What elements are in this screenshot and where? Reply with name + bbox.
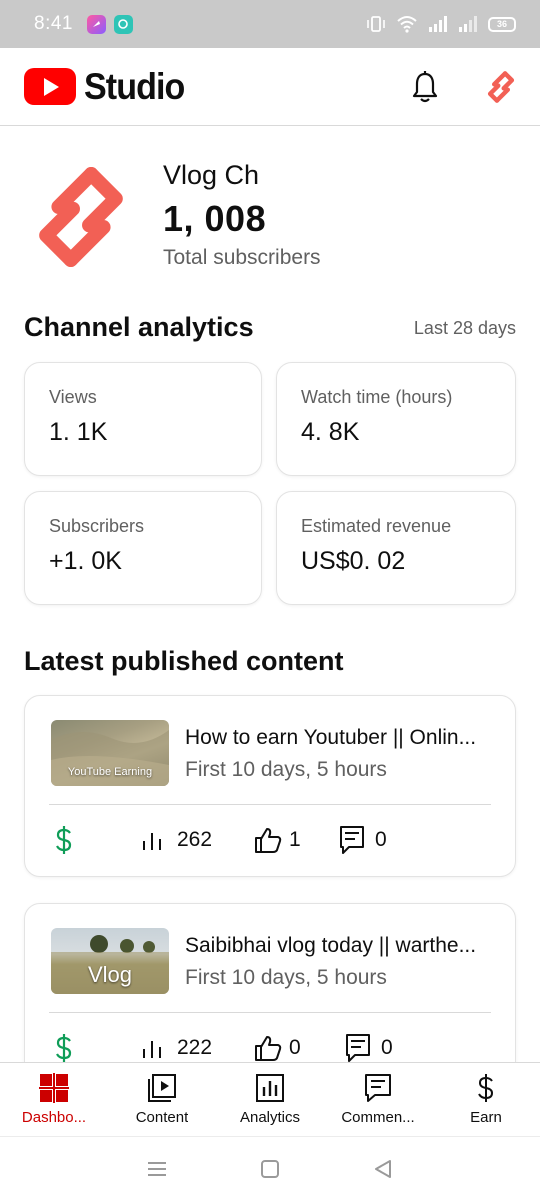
stat-comments[interactable]: 0 <box>345 1033 393 1063</box>
metric-card-subscribers[interactable]: Subscribers +1. 0K <box>24 491 262 605</box>
wifi-icon <box>397 16 417 33</box>
app-title: Studio <box>84 65 185 107</box>
thumbnail-caption: Vlog <box>87 962 133 987</box>
stat-likes[interactable]: 0 <box>253 1034 345 1062</box>
metric-value: +1. 0K <box>49 547 122 575</box>
video-card[interactable]: YouTube Earning How to earn Youtuber || … <box>24 695 516 877</box>
earn-icon <box>478 1074 494 1102</box>
nav-content[interactable]: Content <box>108 1063 216 1136</box>
metric-value: 1. 1K <box>49 418 108 446</box>
youtube-logo-icon <box>24 68 76 105</box>
dollar-icon <box>56 1034 72 1062</box>
dashboard-icon <box>39 1073 69 1103</box>
subscriber-label: Total subscribers <box>163 246 321 269</box>
channel-summary: Vlog Ch 1, 008 Total subscribers <box>0 160 540 280</box>
stat-comments[interactable]: 0 <box>339 825 387 855</box>
bottom-navigation: Dashbo... Content Analytics Commen... Ea… <box>0 1062 540 1136</box>
back-icon[interactable] <box>372 1158 394 1180</box>
comments-icon <box>365 1074 391 1102</box>
video-stats: 262 1 0 <box>55 824 387 856</box>
latest-content-title: Latest published content <box>24 646 344 676</box>
system-navigation-bar <box>0 1136 540 1200</box>
status-time: 8:41 <box>34 13 73 34</box>
battery-icon: 36 <box>488 16 516 32</box>
thumbs-up-icon <box>255 828 282 853</box>
nav-earn[interactable]: Earn <box>432 1063 540 1136</box>
metric-card-views[interactable]: Views 1. 1K <box>24 362 262 476</box>
comments-count: 0 <box>375 828 387 851</box>
video-thumbnail[interactable]: YouTube Earning <box>51 720 169 786</box>
notification-chat-icon <box>113 14 133 34</box>
metric-label: Estimated revenue <box>301 516 452 536</box>
channel-name: Vlog Ch <box>163 160 260 190</box>
nav-label: Commen... <box>341 1109 415 1126</box>
home-icon[interactable] <box>260 1159 280 1179</box>
dollar-icon <box>56 826 72 854</box>
metric-value: US$0. 02 <box>301 547 406 575</box>
stat-revenue[interactable] <box>55 1032 141 1064</box>
status-bar: 8:41 36 <box>0 0 540 48</box>
video-subtitle: First 10 days, 5 hours <box>185 966 387 989</box>
vibrate-icon <box>367 16 385 32</box>
notification-app-icon <box>86 14 106 34</box>
nav-dashboard[interactable]: Dashbo... <box>0 1063 108 1136</box>
analytics-title: Channel analytics <box>24 312 254 342</box>
account-avatar[interactable] <box>484 70 518 104</box>
channel-avatar[interactable] <box>30 166 132 268</box>
app-header: Studio <box>0 48 540 126</box>
metric-label: Views <box>49 387 97 407</box>
nav-analytics[interactable]: Analytics <box>216 1063 324 1136</box>
divider <box>49 1012 491 1013</box>
menu-icon[interactable] <box>146 1160 168 1178</box>
content-icon <box>148 1074 176 1102</box>
bar-chart-icon <box>143 833 161 850</box>
thumbs-up-icon <box>255 1036 282 1061</box>
subscriber-count: 1, 008 <box>163 198 267 239</box>
stat-views[interactable]: 262 <box>141 828 253 852</box>
notifications-bell-icon[interactable] <box>410 70 440 104</box>
video-thumbnail[interactable]: Vlog <box>51 928 169 994</box>
video-title[interactable]: How to earn Youtuber || Onlin... <box>185 726 495 750</box>
video-title[interactable]: Saibibhai vlog today || warthe... <box>185 934 495 958</box>
views-count: 262 <box>177 828 213 851</box>
metric-label: Watch time (hours) <box>301 387 453 407</box>
nav-label: Earn <box>470 1109 502 1126</box>
signal-icon <box>429 16 447 32</box>
nav-label: Analytics <box>239 1109 301 1126</box>
views-count: 222 <box>177 1036 213 1059</box>
thumbnail-caption: YouTube Earning <box>67 766 153 778</box>
video-stats: 222 0 0 <box>55 1032 393 1064</box>
stat-views[interactable]: 222 <box>141 1036 253 1060</box>
likes-count: 0 <box>289 1036 301 1059</box>
nav-label: Dashbo... <box>21 1109 87 1126</box>
bar-chart-icon <box>143 1041 161 1058</box>
analytics-icon <box>256 1074 284 1102</box>
likes-count: 1 <box>289 828 301 851</box>
comment-icon <box>346 1034 370 1062</box>
metric-label: Subscribers <box>49 516 145 536</box>
nav-label: Content <box>135 1109 189 1126</box>
nav-comments[interactable]: Commen... <box>324 1063 432 1136</box>
analytics-period[interactable]: Last 28 days <box>414 318 516 339</box>
stat-revenue[interactable] <box>55 824 141 856</box>
comment-icon <box>340 826 364 854</box>
signal-2-icon <box>459 16 477 32</box>
video-subtitle: First 10 days, 5 hours <box>185 758 387 781</box>
stat-likes[interactable]: 1 <box>253 826 339 854</box>
metric-card-revenue[interactable]: Estimated revenue US$0. 02 <box>276 491 516 605</box>
divider <box>49 804 491 805</box>
metric-card-watch-time[interactable]: Watch time (hours) 4. 8K <box>276 362 516 476</box>
comments-count: 0 <box>381 1036 393 1059</box>
metric-value: 4. 8K <box>301 418 360 446</box>
